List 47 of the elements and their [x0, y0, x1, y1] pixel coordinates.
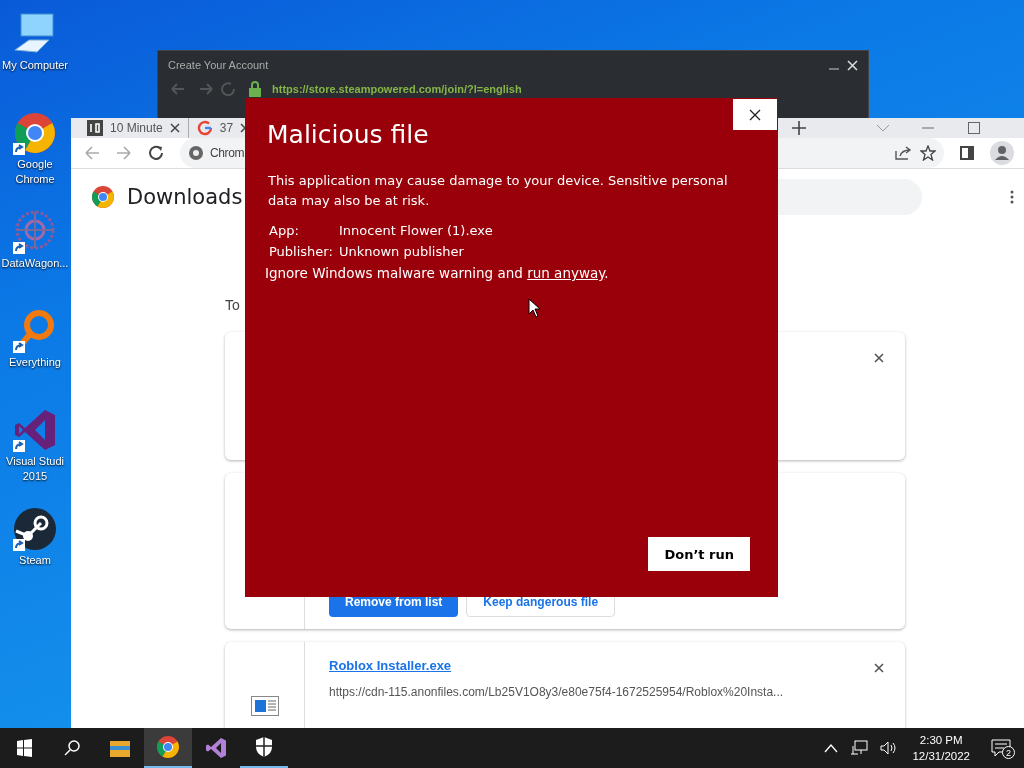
more-icon[interactable]: [1010, 190, 1014, 204]
network-icon[interactable]: [850, 740, 869, 756]
close-icon[interactable]: [874, 353, 884, 363]
clock-time[interactable]: 2:30 PM: [919, 732, 963, 748]
close-icon[interactable]: [169, 123, 180, 133]
share-icon[interactable]: [894, 145, 912, 161]
side-panel-icon[interactable]: [960, 146, 974, 160]
profile-icon[interactable]: [990, 141, 1014, 165]
dialog-message: This application may cause damage to your device. Sensitive personal data may also be at risk.: [267, 172, 729, 210]
new-tab-icon[interactable]: [792, 121, 806, 135]
steam-icon[interactable]: [11, 505, 59, 553]
icon-label: Google Chrome: [14, 157, 56, 187]
reload-icon[interactable]: [148, 145, 164, 161]
file-link[interactable]: Roblox Installer.exe: [329, 658, 452, 673]
date-heading: To: [225, 297, 240, 315]
file-url: https://cdn-115.anonfiles.com/Lb25V1O8y3/e80e75f4-1672525954/Roblox%20Insta...: [329, 685, 785, 699]
maximize-icon[interactable]: [968, 122, 980, 134]
warning-text: Ignore Windows malware warning and run anyway.: [265, 265, 610, 281]
star-icon[interactable]: [920, 145, 936, 161]
clock-date[interactable]: 12/31/2022: [912, 748, 970, 764]
close-button[interactable]: [733, 99, 777, 130]
google-icon: [196, 120, 213, 136]
icon-label: DataWagon...: [1, 256, 69, 271]
chrome-icon: [91, 185, 115, 209]
volume-icon[interactable]: [880, 740, 899, 756]
icon-label: Everything: [9, 355, 61, 370]
url-text[interactable]: https://store.steampowered.com/join/?l=english: [272, 83, 522, 95]
ten-icon: [87, 120, 103, 136]
cursor-icon: [528, 298, 541, 318]
browser-tab[interactable]: 10 Minute: [79, 118, 189, 138]
dialog-title: Malicious file: [267, 120, 430, 149]
page-title: Downloads: [127, 185, 243, 209]
detail-label: App:: [269, 223, 300, 238]
file-icon: [250, 696, 279, 716]
icon-label: Visual Studi 2015: [5, 454, 65, 484]
detail-label: Publisher:: [269, 244, 334, 259]
icon-label: My Computer: [2, 58, 68, 73]
detail-value: Unknown publisher: [339, 244, 464, 259]
icon-label: Steam: [19, 553, 51, 568]
chrome-icon: [188, 145, 204, 161]
window-title: Create Your Account: [168, 59, 269, 71]
detail-value: Innocent Flower (1).exe: [339, 223, 493, 238]
close-icon[interactable]: [874, 663, 884, 673]
dont-run-button[interactable]: Don’t run: [648, 537, 750, 571]
lock-icon: [248, 81, 262, 97]
close-icon: [749, 108, 761, 121]
chrome-icon[interactable]: [144, 728, 192, 768]
